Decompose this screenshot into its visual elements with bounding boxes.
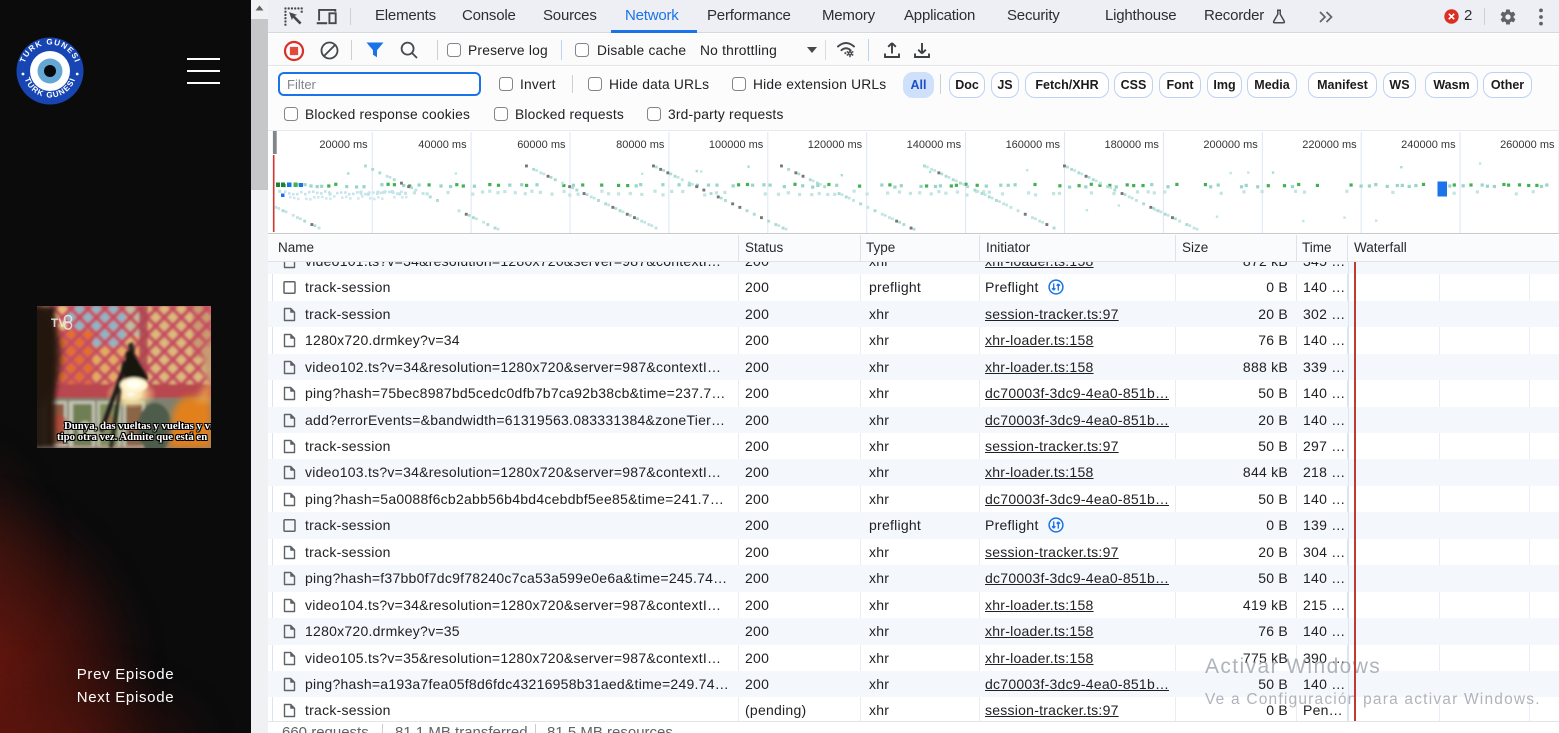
svg-text:20000 ms: 20000 ms bbox=[319, 139, 368, 151]
svg-text:60000 ms: 60000 ms bbox=[517, 139, 566, 151]
svg-text:80000 ms: 80000 ms bbox=[616, 139, 665, 151]
svg-text:160000 ms: 160000 ms bbox=[1006, 139, 1061, 151]
svg-text:140000 ms: 140000 ms bbox=[907, 139, 962, 151]
svg-text:120000 ms: 120000 ms bbox=[808, 139, 863, 151]
svg-text:240000 ms: 240000 ms bbox=[1401, 139, 1456, 151]
svg-text:260000 ms: 260000 ms bbox=[1500, 139, 1555, 151]
svg-text:200000 ms: 200000 ms bbox=[1203, 139, 1258, 151]
svg-text:40000 ms: 40000 ms bbox=[418, 139, 467, 151]
svg-text:180000 ms: 180000 ms bbox=[1104, 139, 1159, 151]
svg-text:220000 ms: 220000 ms bbox=[1302, 139, 1357, 151]
svg-text:100000 ms: 100000 ms bbox=[709, 139, 764, 151]
